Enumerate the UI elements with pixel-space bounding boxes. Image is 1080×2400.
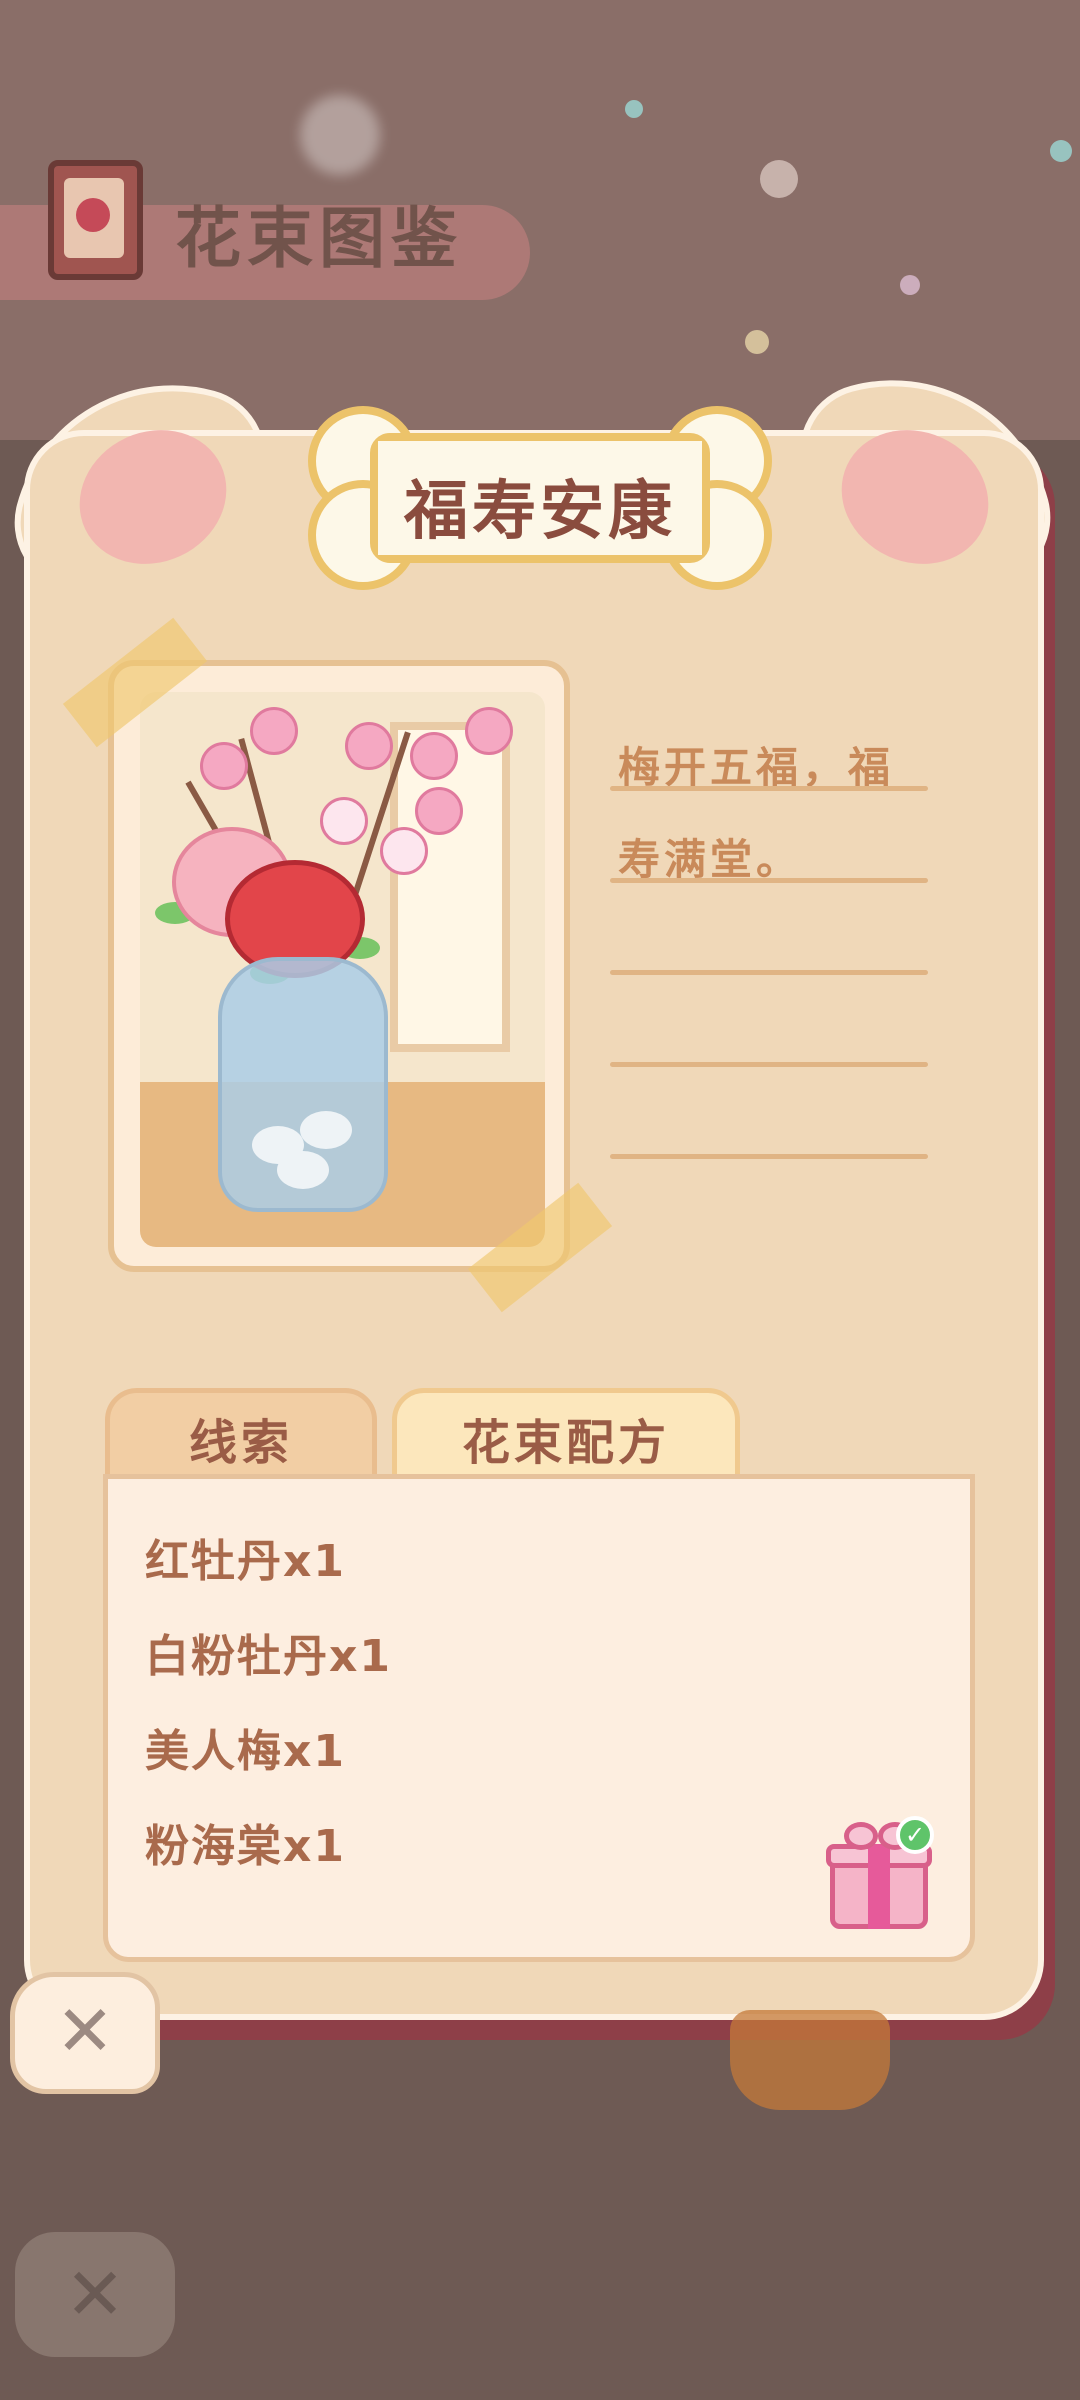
sparkle bbox=[900, 275, 920, 295]
light-glow bbox=[300, 95, 380, 175]
sparkle bbox=[625, 100, 643, 118]
sparkle bbox=[1050, 140, 1072, 162]
note-line bbox=[610, 970, 928, 975]
sparkle bbox=[745, 330, 769, 354]
recipe-item: 粉海棠x1 bbox=[145, 1821, 346, 1872]
flower-book-icon bbox=[48, 160, 143, 280]
note-line bbox=[610, 1154, 928, 1159]
sparkle bbox=[760, 160, 798, 198]
page-title: 花束图鉴 bbox=[175, 200, 463, 277]
note-line bbox=[610, 1062, 928, 1067]
close-button[interactable]: ✕ bbox=[10, 1972, 160, 2094]
recipe-item: 美人梅x1 bbox=[145, 1726, 346, 1777]
note-line bbox=[610, 786, 928, 791]
note-line bbox=[610, 878, 928, 883]
recipe-item: 白粉牡丹x1 bbox=[145, 1631, 392, 1682]
background-close-button: ✕ bbox=[15, 2232, 175, 2357]
bone-title-plate: 福寿安康 bbox=[300, 398, 780, 598]
tab-clues[interactable]: 线索 bbox=[105, 1388, 377, 1488]
recipe-item: 红牡丹x1 bbox=[145, 1536, 346, 1587]
gift-box-icon[interactable]: ✓ bbox=[826, 1816, 934, 1930]
bouquet-image bbox=[140, 692, 545, 1247]
claimed-check-icon: ✓ bbox=[896, 1816, 934, 1854]
bow-decoration bbox=[730, 2010, 890, 2110]
tab-bouquet-recipe[interactable]: 花束配方 bbox=[392, 1388, 740, 1488]
bouquet-title: 福寿安康 bbox=[404, 475, 676, 549]
